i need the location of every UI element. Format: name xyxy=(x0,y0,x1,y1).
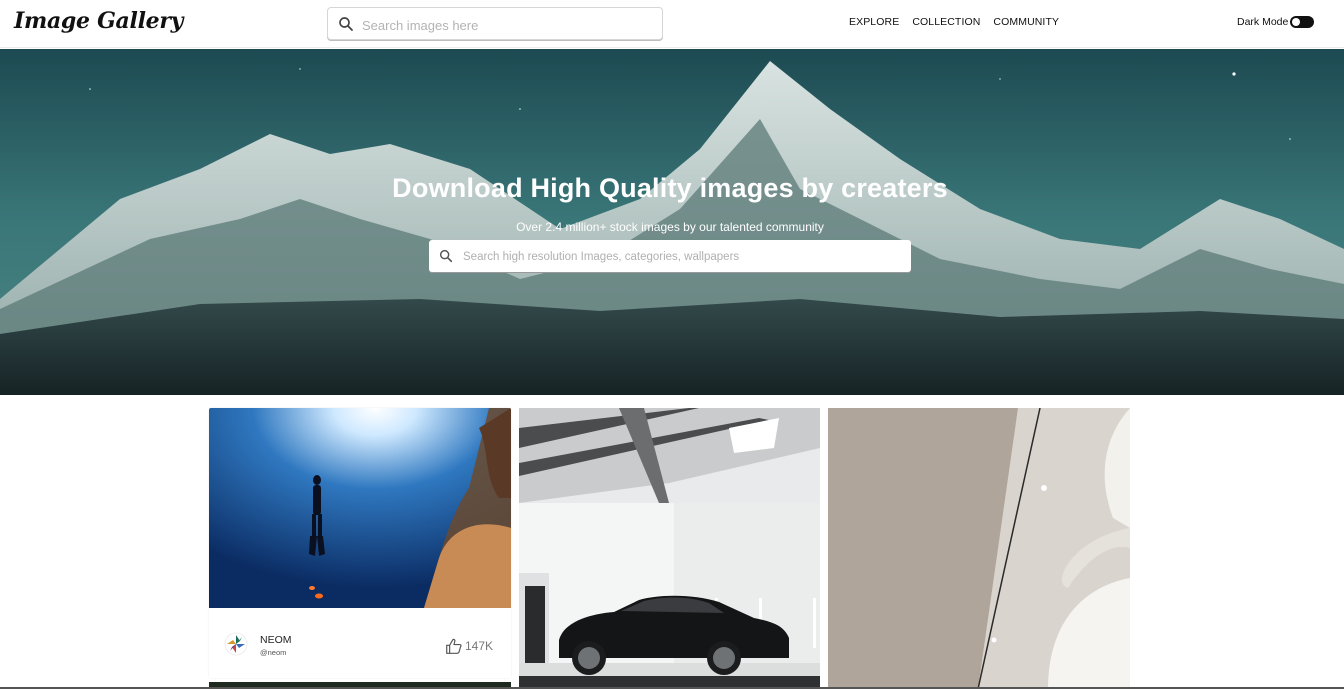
dark-mode-toggle[interactable] xyxy=(1290,16,1315,28)
like-count: 147K xyxy=(464,639,493,653)
nav-links: EXPLORE COLLECTION COMMUNITY xyxy=(849,16,1059,28)
search-icon xyxy=(339,17,353,31)
gallery-card[interactable]: NEOM @neom 147K xyxy=(209,408,511,678)
gallery-card[interactable] xyxy=(828,408,1130,689)
dark-mode-label: Dark Mode xyxy=(1237,16,1289,28)
hero-search-input[interactable] xyxy=(461,247,905,267)
hero-search-box[interactable] xyxy=(429,240,911,272)
app-logo[interactable]: Image Gallery xyxy=(14,8,183,34)
underwater-freediver-image[interactable] xyxy=(209,408,511,608)
search-icon xyxy=(439,249,453,263)
author-name[interactable]: NEOM xyxy=(260,634,292,646)
navbar: Image Gallery EXPLORE COLLECTION COMMUNI… xyxy=(0,0,1344,48)
thumbs-up-icon xyxy=(446,638,462,654)
nav-link-explore[interactable]: EXPLORE xyxy=(849,16,899,28)
beige-curved-wall-architecture-image[interactable] xyxy=(828,408,1130,689)
nav-link-community[interactable]: COMMUNITY xyxy=(993,16,1059,28)
card-footer: NEOM @neom 147K xyxy=(209,608,511,678)
nav-search-box[interactable] xyxy=(327,7,663,40)
like-button[interactable]: 147K xyxy=(445,638,493,654)
dark-mode-control: Dark Mode xyxy=(1237,16,1315,28)
black-car-in-white-garage-image[interactable] xyxy=(519,408,820,689)
hero-title: Download High Quality images by creaters xyxy=(392,173,948,203)
nav-link-collection[interactable]: COLLECTION xyxy=(912,16,980,28)
author-handle: @neom xyxy=(260,648,287,657)
nav-search-input[interactable] xyxy=(360,14,654,36)
gallery-card[interactable] xyxy=(519,408,820,689)
hero-subtitle: Over 2.4 million+ stock images by our ta… xyxy=(516,220,824,234)
hero-banner: Download High Quality images by creaters… xyxy=(0,49,1344,395)
author-avatar[interactable] xyxy=(224,632,248,656)
